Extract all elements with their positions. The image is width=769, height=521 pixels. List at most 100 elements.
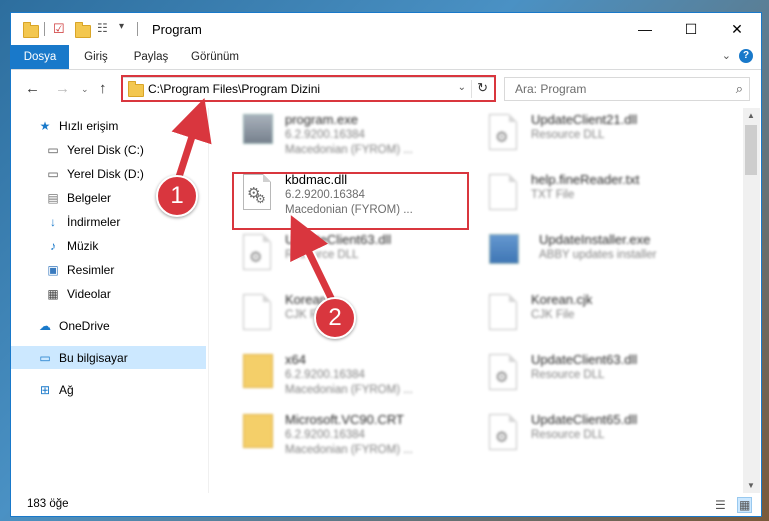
cloud-icon: ☁ xyxy=(39,318,51,333)
minimize-button[interactable]: — xyxy=(622,13,668,45)
divider xyxy=(137,22,138,36)
file-name: x64 xyxy=(285,352,306,367)
computer-icon: ▭ xyxy=(39,350,51,365)
view-options-icon[interactable]: ☷ xyxy=(97,21,113,37)
maximize-button[interactable]: ☐ xyxy=(668,13,714,45)
sidebar-item-disk-d[interactable]: ▭ Yerel Disk (D:) 📌 xyxy=(11,162,240,185)
sidebar-item-downloads[interactable]: ↓ İndirmeler 📌 xyxy=(11,210,240,233)
file-name: program.exe xyxy=(285,112,358,127)
sidebar-item-label: Ağ xyxy=(59,382,74,397)
tab-home[interactable]: Giriş xyxy=(77,45,115,69)
file-description: ABBY updates installer xyxy=(539,249,657,261)
search-icon[interactable]: ⌕ xyxy=(736,81,743,97)
back-arrow-icon[interactable]: ← xyxy=(25,80,40,97)
file-description: Resource DLL xyxy=(531,429,605,441)
search-placeholder: Ara: Program xyxy=(515,82,587,96)
new-folder-icon[interactable] xyxy=(75,21,91,38)
network-icon: ⊞ xyxy=(39,382,51,397)
sidebar-item-label: Resimler xyxy=(67,262,115,277)
file-item-updateclient63[interactable]: ⚙ UpdateClient63.dll Resource DLL xyxy=(233,228,473,284)
tab-file[interactable]: Dosya xyxy=(11,45,69,69)
file-highlight-box xyxy=(232,172,469,230)
file-item-updateclient63-b[interactable]: ⚙ UpdateClient63.dll Resource DLL xyxy=(479,348,719,404)
music-icon: ♪ xyxy=(50,238,56,253)
tiles-view-icon[interactable]: ▦ xyxy=(737,497,753,513)
file-description: Macedonian (FYROM) ... xyxy=(285,384,413,396)
file-item-vc90[interactable]: Microsoft.VC90.CRT 6.2.9200.16384 Macedo… xyxy=(233,408,473,464)
scroll-down-icon[interactable]: ▼ xyxy=(747,481,755,490)
exe-icon xyxy=(489,234,521,274)
pictures-icon: ▣ xyxy=(47,262,59,277)
window-title: Program xyxy=(152,22,202,37)
file-name: UpdateClient63.dll xyxy=(285,232,392,247)
close-button[interactable]: ✕ xyxy=(714,13,760,45)
dll-icon: ⚙ xyxy=(243,234,275,274)
sidebar-item-label: Yerel Disk (D:) xyxy=(67,166,144,181)
help-icon[interactable]: ? xyxy=(739,49,753,63)
properties-icon[interactable]: ☑ xyxy=(53,21,69,37)
explorer-window: ☑ ☷ ▾ Program — ☐ ✕ Dosya Giriş Paylaş G… xyxy=(10,12,762,517)
file-version: 6.2.9200.16384 xyxy=(285,369,365,381)
up-arrow-icon[interactable]: ↑ xyxy=(99,80,107,97)
star-icon: ★ xyxy=(39,118,51,133)
sidebar-item-label: Hızlı erişim xyxy=(59,118,119,133)
installer-icon xyxy=(243,114,275,154)
details-view-icon[interactable]: ☰ xyxy=(715,498,726,512)
scrollbar-thumb[interactable] xyxy=(745,125,757,175)
forward-arrow-icon[interactable]: → xyxy=(55,80,70,97)
scroll-up-icon[interactable]: ▲ xyxy=(747,111,755,120)
sidebar-item-label: Bu bilgisayar xyxy=(59,350,128,365)
downloads-icon: ↓ xyxy=(50,214,56,229)
file-item-updateclient21[interactable]: ⚙ UpdateClient21.dll Resource DLL xyxy=(479,108,719,164)
sidebar-item-onedrive[interactable]: ☁ OneDrive xyxy=(11,314,232,337)
drive-icon: ▭ xyxy=(47,142,59,157)
sidebar-item-label: Videolar xyxy=(67,286,111,301)
sidebar-item-label: Belgeler xyxy=(67,190,112,205)
file-description: Macedonian (FYROM) ... xyxy=(285,444,413,456)
sidebar-item-label: Müzik xyxy=(67,238,99,253)
file-item-help-txt[interactable]: help.fineReader.txt TXT File xyxy=(479,168,719,224)
sidebar-item-videos[interactable]: ▦ Videolar 📌 xyxy=(11,282,240,305)
sidebar-item-label: OneDrive xyxy=(59,318,110,333)
file-version: 6.2.9200.16384 xyxy=(285,429,365,441)
chevron-down-icon[interactable]: ⌄ xyxy=(722,49,731,62)
sidebar-item-documents[interactable]: ▤ Belgeler 📌 xyxy=(11,186,240,209)
divider xyxy=(44,22,45,36)
file-name: help.fineReader.txt xyxy=(531,172,640,187)
file-description: Resource DLL xyxy=(531,369,605,381)
navigation-pane: ★ Hızlı erişim ▭ Yerel Disk (C:) 📌 ▭ Yer… xyxy=(11,108,236,493)
document-icon xyxy=(243,294,275,334)
status-bar: 183 öğe ☰ ▦ xyxy=(11,493,761,516)
sidebar-item-pictures[interactable]: ▣ Resimler 📌 xyxy=(11,258,240,281)
sidebar-item-label: Yerel Disk (C:) xyxy=(67,142,144,157)
recent-locations-icon[interactable]: ⌄ xyxy=(81,84,89,95)
sidebar-item-disk-c[interactable]: ▭ Yerel Disk (C:) 📌 xyxy=(11,138,240,161)
sidebar-item-music[interactable]: ♪ Müzik 📌 xyxy=(11,234,240,257)
vertical-scrollbar[interactable]: ▲ ▼ xyxy=(743,108,760,493)
navigation-bar: ← → ⌄ ↑ C:\Program Files\Program Dizini … xyxy=(11,70,761,106)
sidebar-item-this-pc[interactable]: ▭ Bu bilgisayar xyxy=(11,346,206,369)
dll-icon: ⚙ xyxy=(489,354,521,394)
file-item-x64[interactable]: x64 6.2.9200.16384 Macedonian (FYROM) ..… xyxy=(233,348,473,404)
dll-icon: ⚙ xyxy=(489,114,521,154)
file-list: program.exe 6.2.9200.16384 Macedonian (F… xyxy=(211,108,741,493)
step-callout-1: 1 xyxy=(156,175,198,217)
file-item-updateinstaller[interactable]: UpdateInstaller.exe ABBY updates install… xyxy=(479,228,719,284)
search-input[interactable]: Ara: Program ⌕ xyxy=(504,77,750,101)
customize-quick-access-icon[interactable]: ▾ xyxy=(119,21,135,37)
file-item-updateclient65[interactable]: ⚙ UpdateClient65.dll Resource DLL xyxy=(479,408,719,464)
tab-share[interactable]: Paylaş xyxy=(127,45,175,69)
folder-icon xyxy=(23,21,39,38)
file-description: Macedonian (FYROM) ... xyxy=(285,144,413,156)
address-highlight-box xyxy=(121,75,496,102)
file-item-program-exe[interactable]: program.exe 6.2.9200.16384 Macedonian (F… xyxy=(233,108,473,164)
tab-view[interactable]: Görünüm xyxy=(186,45,244,69)
file-name: UpdateClient65.dll xyxy=(531,412,638,427)
sidebar-item-network[interactable]: ⊞ Ağ xyxy=(11,378,232,401)
folder-icon xyxy=(243,354,275,394)
file-item-korean-cjk[interactable]: Korean.cjk CJK File xyxy=(479,288,719,344)
step-callout-2: 2 xyxy=(314,297,356,339)
file-name: Korean.cjk xyxy=(531,292,593,307)
sidebar-item-quick-access[interactable]: ★ Hızlı erişim xyxy=(11,114,232,137)
file-description: Resource DLL xyxy=(531,129,605,141)
